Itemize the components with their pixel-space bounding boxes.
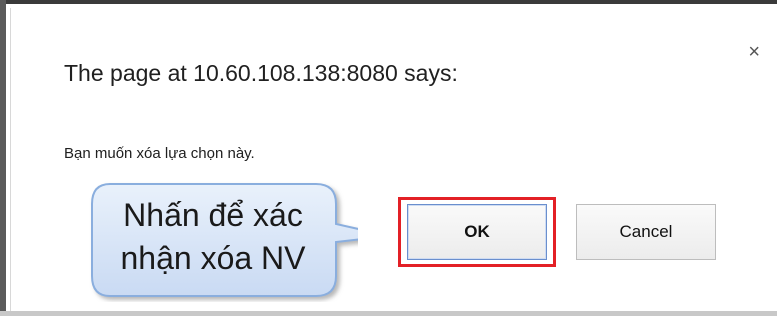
close-icon[interactable]: × [748, 42, 760, 62]
screenshot-stage: × The page at 10.60.108.138:8080 says: B… [0, 0, 777, 316]
page-edge-left [0, 0, 6, 316]
confirm-dialog: × The page at 10.60.108.138:8080 says: B… [10, 8, 777, 311]
page-edge-top [0, 0, 777, 4]
dialog-title: The page at 10.60.108.138:8080 says: [64, 60, 458, 86]
ok-button[interactable]: OK [407, 204, 547, 260]
page-edge-bottom [0, 311, 777, 316]
dialog-message: Bạn muốn xóa lựa chọn này. [64, 145, 255, 162]
cancel-button[interactable]: Cancel [576, 204, 716, 260]
